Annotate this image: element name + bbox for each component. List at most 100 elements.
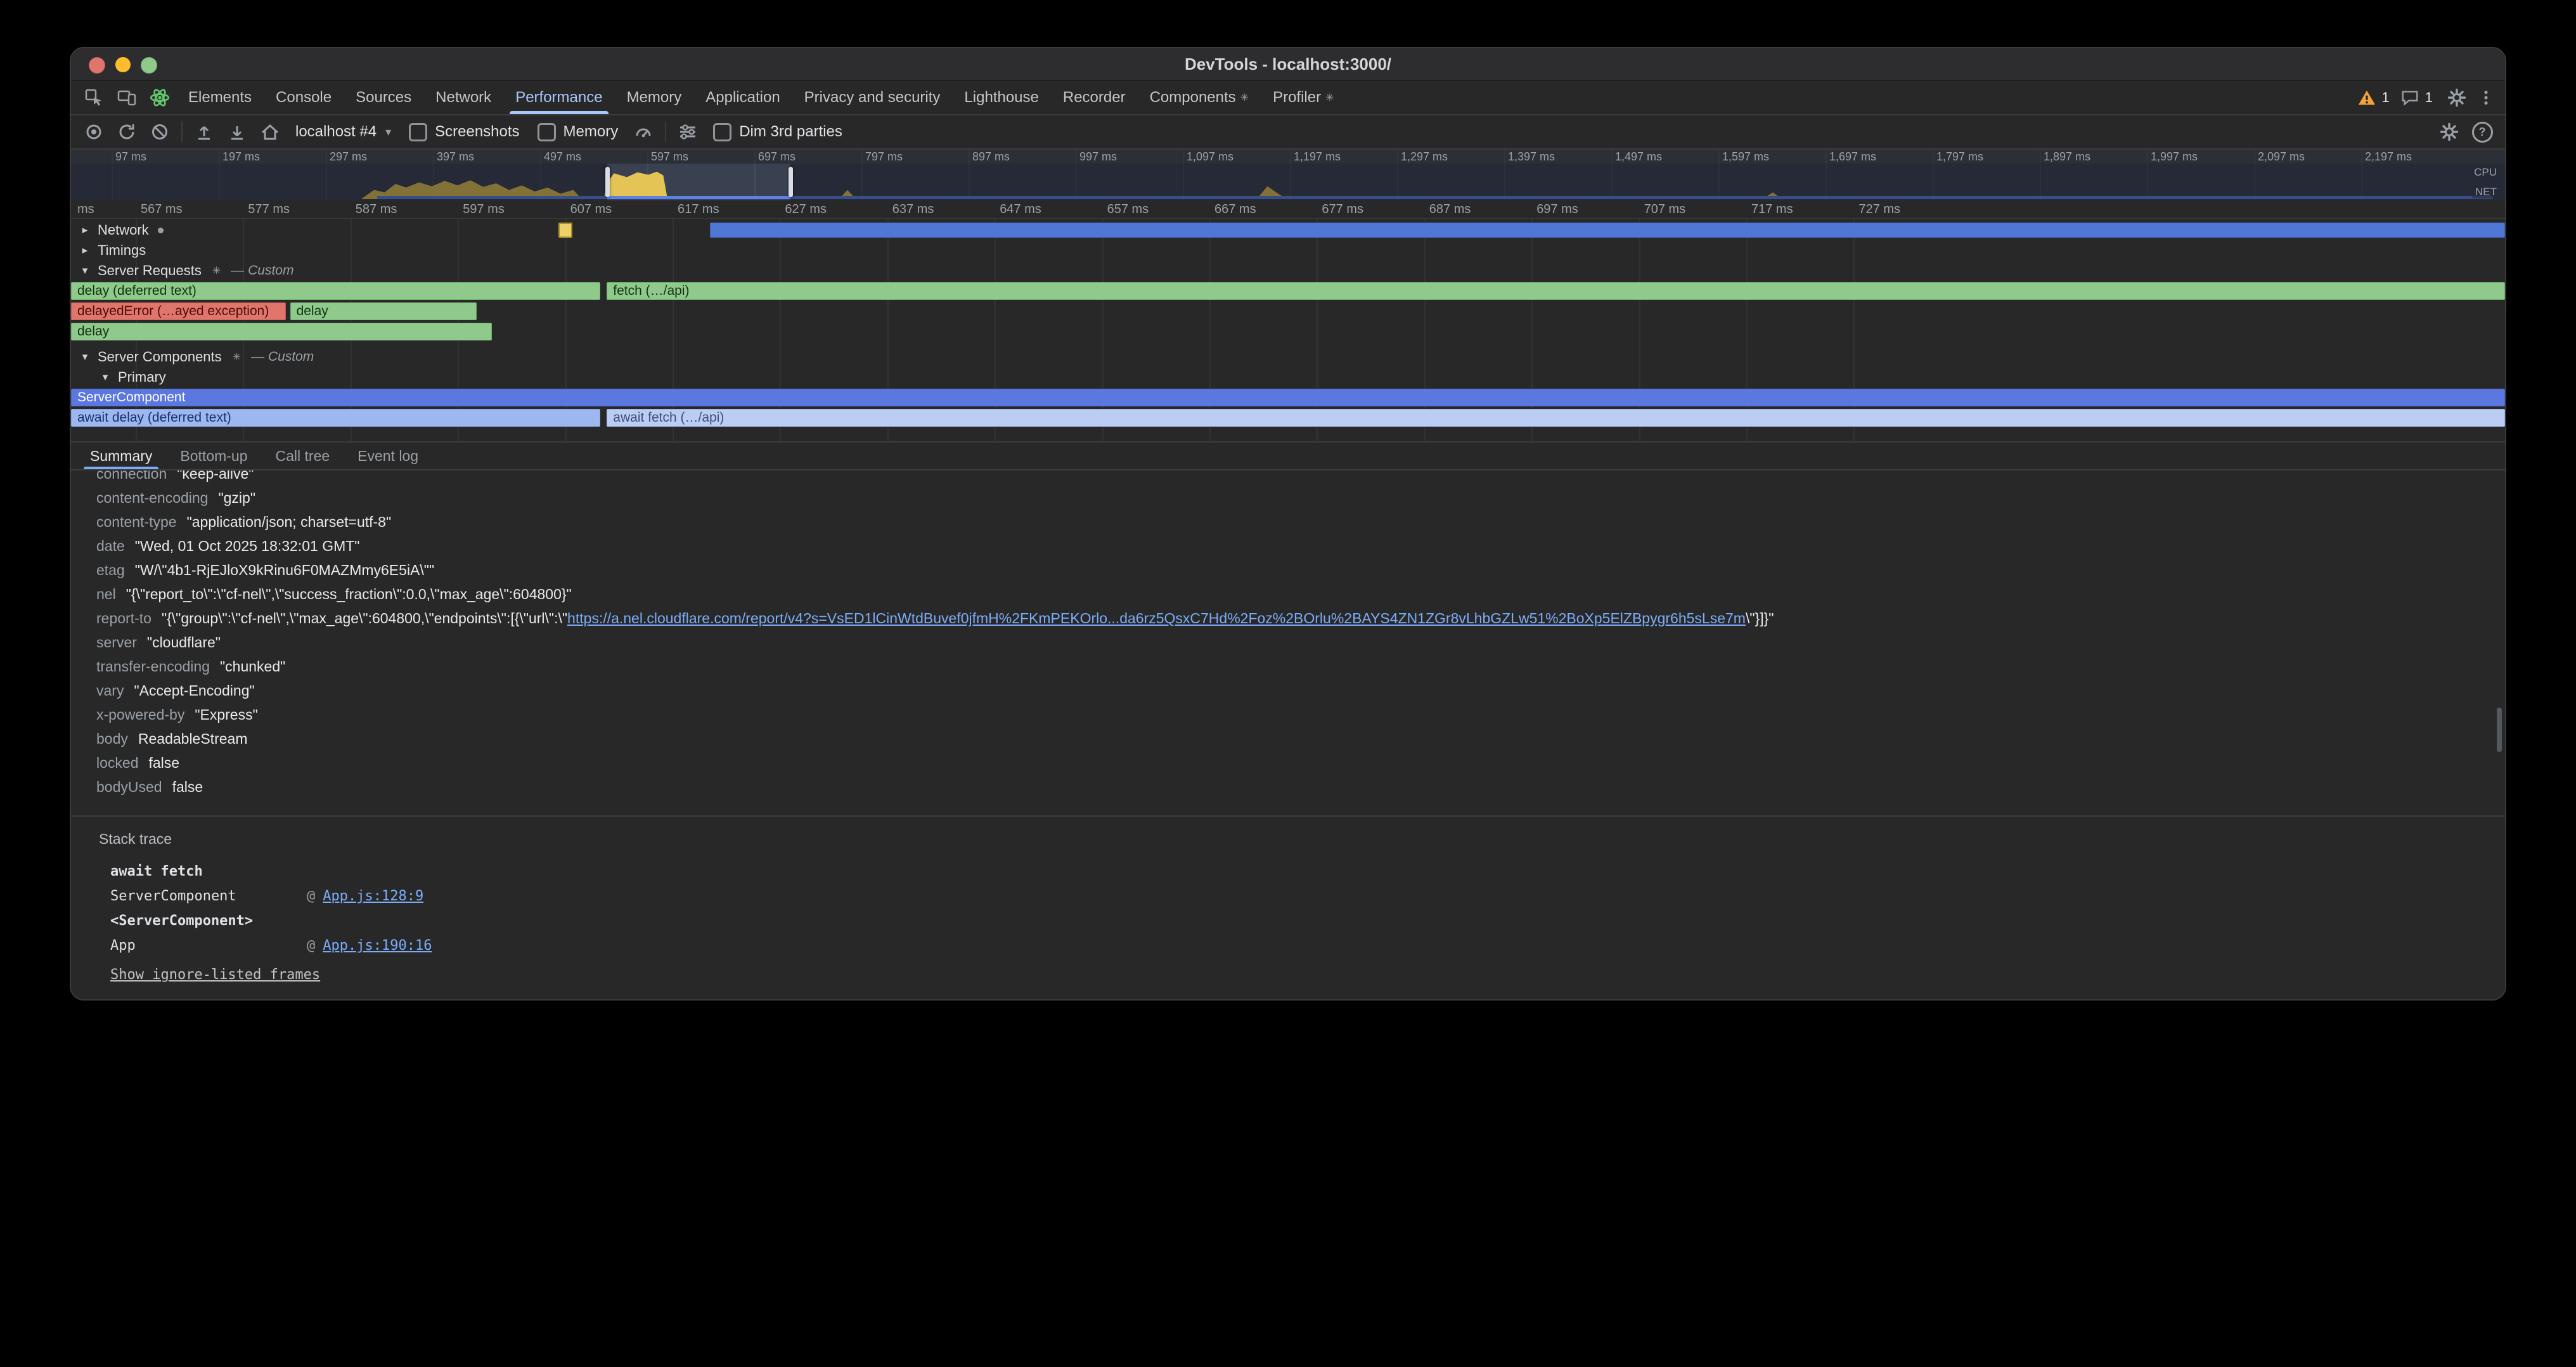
selection-handle-left[interactable] bbox=[605, 167, 610, 197]
capture-settings-button[interactable] bbox=[671, 118, 704, 146]
expand-triangle-icon[interactable]: ▾ bbox=[79, 351, 91, 363]
overview-minimap[interactable] bbox=[71, 164, 2505, 200]
show-ignore-listed-frames-link[interactable]: Show ignore-listed frames bbox=[110, 967, 320, 983]
tab-application[interactable]: Application bbox=[693, 81, 792, 114]
detail-key: content-type bbox=[96, 514, 177, 530]
selection-handle-right[interactable] bbox=[789, 167, 793, 197]
source-link[interactable]: App.js:190:16 bbox=[323, 933, 432, 958]
track-timings[interactable]: ▸ Timings bbox=[71, 242, 2505, 259]
expand-triangle-icon[interactable]: ▾ bbox=[79, 264, 91, 277]
track-server-requests[interactable]: ▾ Server Requests ✳ — Custom bbox=[71, 262, 2505, 280]
ruler-time-label: 577 ms bbox=[248, 202, 290, 217]
tab-profiler[interactable]: Profiler✳ bbox=[1261, 81, 1346, 114]
overview-time-label: 1,197 ms bbox=[1294, 150, 1341, 164]
expand-triangle-icon[interactable]: ▾ bbox=[99, 371, 112, 384]
minimize-window-button[interactable] bbox=[115, 57, 131, 72]
tab-network[interactable]: Network bbox=[423, 81, 503, 114]
stack-trace-frames: await fetchServerComponent@App.js:128:9<… bbox=[96, 859, 2505, 958]
tab-label: Console bbox=[276, 89, 332, 107]
gear-icon bbox=[2439, 122, 2459, 142]
tab-label: Privacy and security bbox=[804, 89, 941, 107]
tab-lighthouse[interactable]: Lighthouse bbox=[952, 81, 1050, 114]
panel-settings-button[interactable] bbox=[2433, 118, 2466, 146]
dim-3rd-parties-checkbox[interactable]: Dim 3rd parties bbox=[704, 123, 851, 141]
detail-value: "cloudflare" bbox=[147, 634, 221, 651]
zoom-window-button[interactable] bbox=[141, 57, 157, 74]
net-lane-label: NET bbox=[2472, 186, 2500, 198]
detail-key: connection bbox=[96, 470, 167, 482]
detail-value: ReadableStream bbox=[138, 730, 248, 747]
save-profile-button[interactable] bbox=[221, 118, 254, 146]
close-window-button[interactable] bbox=[89, 57, 105, 74]
tab-event-log[interactable]: Event log bbox=[344, 443, 432, 469]
source-link[interactable]: App.js:128:9 bbox=[323, 884, 423, 909]
flame-bar[interactable]: ServerComponent bbox=[71, 389, 2505, 406]
track-primary-group[interactable]: ▾ Primary bbox=[71, 368, 2505, 386]
more-options-button[interactable] bbox=[2473, 84, 2499, 112]
detail-value: false bbox=[148, 755, 179, 771]
overview-time-label: 197 ms bbox=[222, 150, 260, 164]
flame-bar[interactable]: delay bbox=[290, 302, 477, 320]
detail-key: nel bbox=[96, 586, 116, 602]
tab-sources[interactable]: Sources bbox=[344, 81, 423, 114]
details-scrollbar-thumb[interactable] bbox=[2497, 708, 2502, 752]
collapse-triangle-icon[interactable]: ▸ bbox=[79, 244, 91, 257]
flame-bar[interactable]: await fetch (…/api) bbox=[607, 409, 2505, 427]
track-server-components[interactable]: ▾ Server Components ✳ — Custom bbox=[71, 348, 2505, 366]
live-metrics-home-button[interactable] bbox=[254, 118, 287, 146]
tab-memory[interactable]: Memory bbox=[615, 81, 694, 114]
tab-summary[interactable]: Summary bbox=[76, 443, 166, 469]
flame-bar[interactable] bbox=[710, 223, 2505, 238]
tab-performance[interactable]: Performance bbox=[503, 81, 614, 114]
clear-recording-button[interactable] bbox=[143, 118, 176, 146]
flame-bar[interactable]: delayedError (…ayed exception) bbox=[71, 302, 286, 320]
flame-row: delayedError (…ayed exception)delay bbox=[71, 302, 2505, 320]
toggle-device-toolbar-button[interactable] bbox=[110, 84, 143, 112]
tab-label: Elements bbox=[188, 89, 252, 107]
screenshots-checkbox[interactable]: Screenshots bbox=[400, 123, 528, 141]
detail-row: bodyReadableStream bbox=[96, 727, 2505, 751]
warning-triangle-icon bbox=[2357, 88, 2376, 107]
tab-bottom-up[interactable]: Bottom-up bbox=[166, 443, 261, 469]
devtools-settings-button[interactable] bbox=[2440, 84, 2473, 112]
cpu-lane-label: CPU bbox=[2471, 166, 2500, 179]
screenshots-checkbox-box[interactable] bbox=[409, 123, 427, 141]
window-titlebar[interactable]: DevTools - localhost:3000/ bbox=[71, 48, 2505, 81]
memory-label: Memory bbox=[564, 123, 619, 141]
history-dropdown-label: localhost #4 bbox=[295, 123, 377, 141]
report-url-link[interactable]: https://a.nel.cloudflare.com/report/v4?s… bbox=[567, 610, 1746, 626]
tab-console[interactable]: Console bbox=[264, 81, 344, 114]
throttling-gauge-button[interactable] bbox=[627, 118, 660, 146]
track-network[interactable]: ▸ Network bbox=[71, 221, 2505, 239]
inspect-element-button[interactable] bbox=[77, 84, 110, 112]
toolbar-separator bbox=[665, 122, 666, 142]
issues-warning-button[interactable] bbox=[2354, 84, 2380, 112]
overview-time-label: 1,297 ms bbox=[1401, 150, 1448, 164]
flame-bar[interactable]: delay (deferred text) bbox=[71, 282, 600, 300]
flame-bar[interactable]: fetch (…/api) bbox=[607, 282, 2505, 300]
react-devtools-extension-icon[interactable] bbox=[143, 84, 176, 112]
tab-elements[interactable]: Elements bbox=[176, 81, 264, 114]
tab-components[interactable]: Components✳ bbox=[1138, 81, 1261, 114]
chevron-down-icon: ▾ bbox=[385, 126, 391, 139]
memory-checkbox[interactable]: Memory bbox=[529, 123, 628, 141]
flame-bar[interactable]: await delay (deferred text) bbox=[71, 409, 600, 427]
load-profile-button[interactable] bbox=[188, 118, 221, 146]
main-tabbar-tabs: Elements Console SourcesNetworkPerformance… bbox=[176, 81, 1346, 114]
tab-recorder[interactable]: Recorder bbox=[1051, 81, 1138, 114]
console-messages-button[interactable] bbox=[2397, 84, 2423, 112]
overview-time-label: 1,997 ms bbox=[2151, 150, 2198, 164]
overview-time-label: 1,497 ms bbox=[1615, 150, 1662, 164]
history-dropdown[interactable]: localhost #4 ▾ bbox=[287, 118, 400, 146]
flame-bar[interactable]: delay bbox=[71, 323, 492, 340]
detail-value: "Wed, 01 Oct 2025 18:32:01 GMT" bbox=[135, 538, 360, 554]
flame-bar[interactable] bbox=[558, 223, 572, 238]
tab-call-tree[interactable]: Call tree bbox=[262, 443, 344, 469]
help-button[interactable]: ? bbox=[2466, 118, 2499, 146]
record-button[interactable] bbox=[77, 118, 110, 146]
warning-count: 1 bbox=[2382, 89, 2390, 106]
record-and-reload-button[interactable] bbox=[110, 118, 143, 146]
memory-checkbox-box[interactable] bbox=[538, 123, 556, 141]
dim-3rd-parties-checkbox-box[interactable] bbox=[713, 123, 731, 141]
tab-privacy-and-security[interactable]: Privacy and security bbox=[792, 81, 953, 114]
